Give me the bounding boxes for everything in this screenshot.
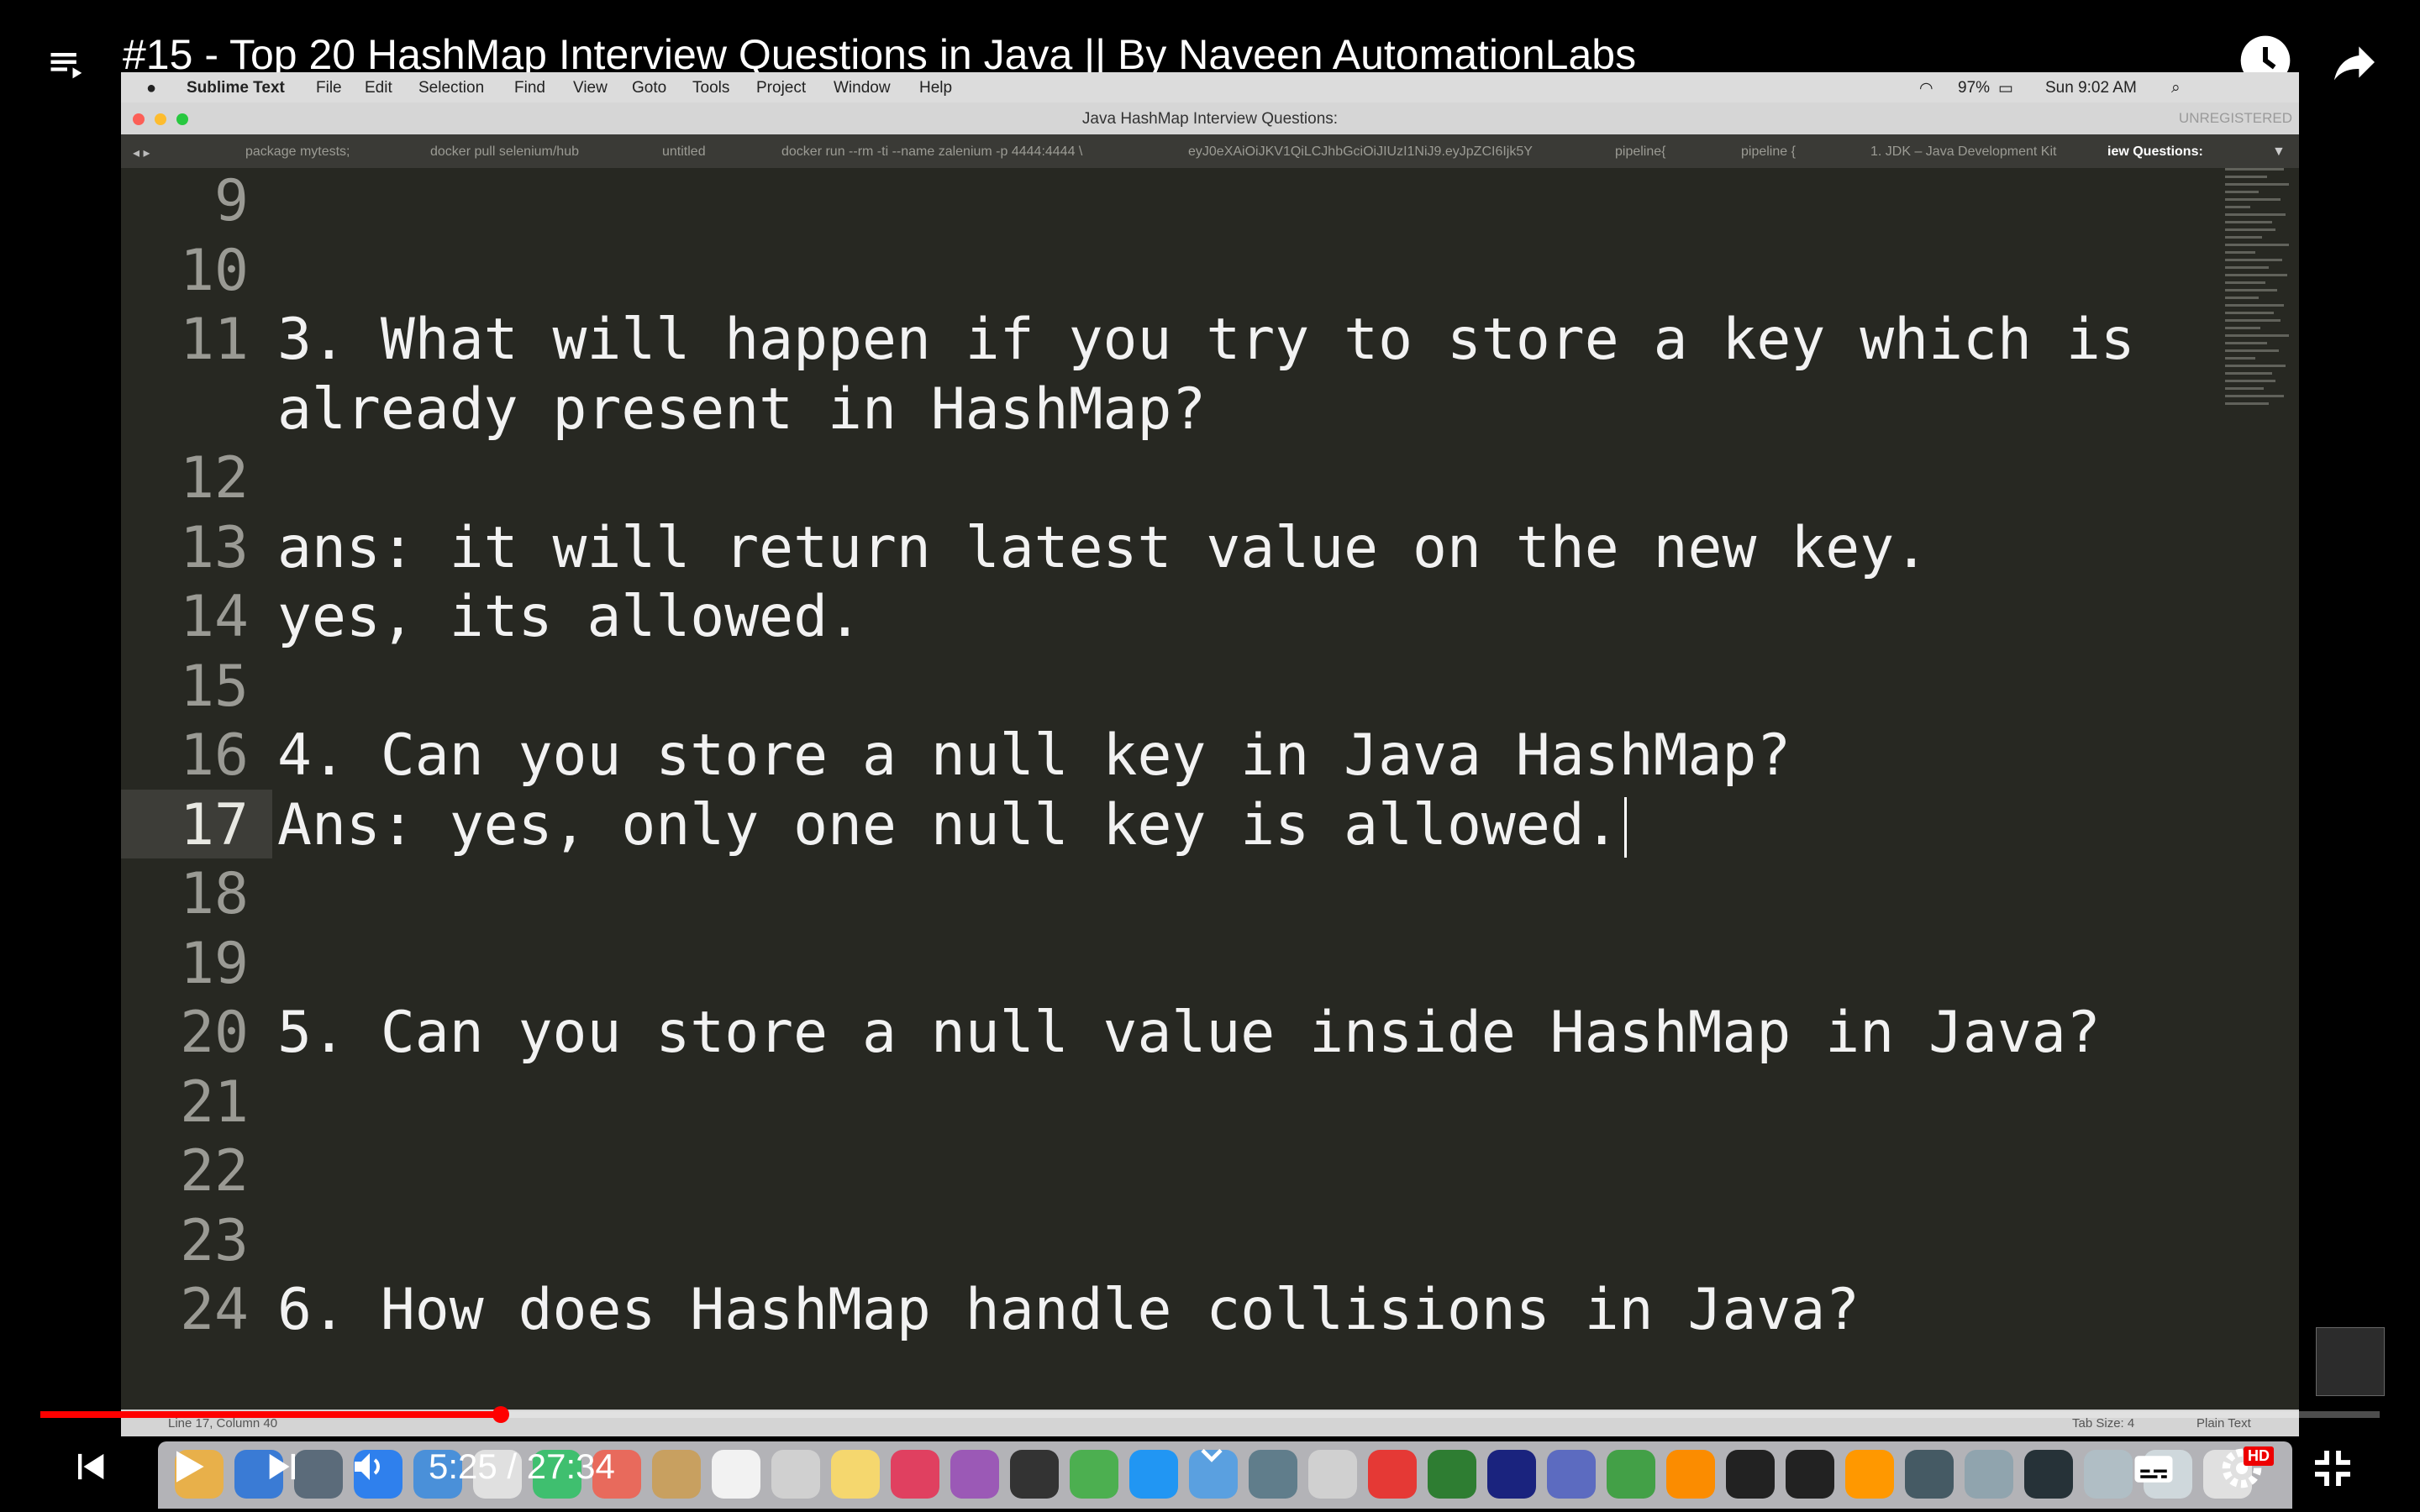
- mac-menubar: ● Sublime Text File Edit Selection Find …: [121, 72, 2299, 102]
- menu-file[interactable]: File: [316, 79, 342, 97]
- editor-line[interactable]: 15: [121, 654, 2205, 721]
- line-text[interactable]: yes, its allowed.: [277, 584, 862, 650]
- editor-line[interactable]: 17 Ans: yes, only one null key is allowed…: [121, 792, 2205, 859]
- line-text[interactable]: 6. How does HashMap handle collisions in…: [277, 1277, 1860, 1343]
- line-number: 13: [180, 514, 249, 581]
- exit-fullscreen-icon[interactable]: [2309, 1445, 2356, 1496]
- editor-line[interactable]: 12: [121, 445, 2205, 512]
- playlist-icon[interactable]: [45, 42, 89, 90]
- share-icon[interactable]: [2328, 35, 2381, 93]
- play-icon[interactable]: [165, 1443, 212, 1494]
- editor-line[interactable]: 21: [121, 1069, 2205, 1137]
- menu-help[interactable]: Help: [919, 79, 952, 97]
- tab-docker-pull[interactable]: docker pull selenium/hub: [430, 144, 579, 160]
- progress-played: [40, 1411, 502, 1418]
- editor-line[interactable]: 18: [121, 861, 2205, 928]
- line-number: 15: [180, 653, 249, 720]
- line-number: 14: [180, 584, 249, 650]
- menu-project[interactable]: Project: [756, 79, 806, 97]
- subtitles-icon[interactable]: [2131, 1446, 2176, 1496]
- tab-package[interactable]: package mytests;: [245, 144, 350, 160]
- tab-untitled[interactable]: untitled: [662, 144, 706, 160]
- line-number: 17: [180, 791, 249, 858]
- line-number: 11: [180, 307, 249, 373]
- previous-icon[interactable]: [67, 1445, 111, 1493]
- editor-line[interactable]: 10: [121, 238, 2205, 305]
- line-text[interactable]: Ans: yes, only one null key is allowed.: [277, 792, 1619, 858]
- line-text[interactable]: 3. What will happen if you try to store …: [277, 307, 2135, 373]
- tab-dropdown-icon[interactable]: ▼: [2272, 144, 2286, 160]
- video-frame[interactable]: ● Sublime Text File Edit Selection Find …: [121, 72, 2299, 1509]
- line-number: 24: [180, 1277, 249, 1343]
- hd-badge: HD: [2244, 1446, 2274, 1466]
- editor-line[interactable]: already present in HashMap?: [121, 376, 2205, 444]
- text-cursor: [1624, 796, 1628, 858]
- editor-line[interactable]: 14 yes, its allowed.: [121, 584, 2205, 651]
- minimap[interactable]: [2225, 168, 2296, 470]
- clock-text[interactable]: Sun 9:02 AM: [2045, 79, 2137, 97]
- tab-jwt[interactable]: eyJ0eXAiOiJKV1QiLCJhbGciOiJIUzI1NiJ9.eyJ…: [1188, 144, 1533, 160]
- tab-pipeline-2[interactable]: pipeline {: [1741, 144, 1796, 160]
- menu-view[interactable]: View: [573, 79, 608, 97]
- menubar-app-name[interactable]: Sublime Text: [187, 79, 285, 97]
- wifi-icon[interactable]: ◠: [1919, 79, 1933, 98]
- channel-avatar[interactable]: [2316, 1327, 2385, 1396]
- line-number: 21: [180, 1068, 249, 1136]
- code-editor[interactable]: 9 10 11 3. What will happen if you try to s…: [121, 168, 2299, 1410]
- tab-jdk[interactable]: 1. JDK – Java Development Kit: [1870, 144, 2056, 160]
- battery-text[interactable]: 97%: [1958, 79, 1990, 97]
- battery-icon: ▭: [1998, 80, 2013, 97]
- editor-line[interactable]: 16 4. Can you store a null key in Java Ha…: [121, 722, 2205, 790]
- chevron-down-icon[interactable]: [1193, 1436, 1230, 1478]
- unregistered-label: UNREGISTERED: [2178, 110, 2292, 126]
- line-number: 12: [180, 445, 249, 512]
- window-titlebar: Java HashMap Interview Questions: UNREGI…: [121, 102, 2299, 134]
- menu-selection[interactable]: Selection: [418, 79, 484, 97]
- time-display: 5:25 / 27:34: [429, 1446, 615, 1486]
- tab-pipeline-1[interactable]: pipeline{: [1615, 144, 1666, 160]
- line-number: 16: [180, 722, 249, 789]
- line-number: 20: [180, 1000, 249, 1066]
- menu-window[interactable]: Window: [834, 79, 891, 97]
- editor-line[interactable]: 23: [121, 1208, 2205, 1275]
- editor-line[interactable]: 11 3. What will happen if you try to stor…: [121, 307, 2205, 374]
- editor-line[interactable]: 20 5. Can you store a null value inside H…: [121, 1000, 2205, 1067]
- editor-line[interactable]: 9: [121, 168, 2205, 235]
- editor-line[interactable]: 22: [121, 1138, 2205, 1205]
- menu-goto[interactable]: Goto: [632, 79, 666, 97]
- menu-tools[interactable]: Tools: [692, 79, 729, 97]
- search-icon[interactable]: ⌕: [2171, 79, 2181, 97]
- line-number: 18: [180, 861, 249, 927]
- editor-line[interactable]: 13 ans: it will return latest value on th…: [121, 515, 2205, 582]
- player-controls: 5:25 / 27:34 HD: [0, 1428, 2420, 1512]
- tab-nav-arrows[interactable]: ◂ ▸: [133, 144, 150, 161]
- tab-docker-run[interactable]: docker run --rm -ti --name zalenium -p 4…: [781, 144, 1082, 160]
- line-number: 22: [180, 1138, 249, 1205]
- window-title: Java HashMap Interview Questions:: [1081, 110, 1339, 128]
- tab-bar: ◂ ▸ package mytests; docker pull seleniu…: [121, 134, 2299, 168]
- line-number: 10: [180, 237, 249, 304]
- tab-active-questions[interactable]: iew Questions:: [2107, 144, 2203, 160]
- editor-line[interactable]: 19: [121, 931, 2205, 998]
- next-icon[interactable]: [262, 1445, 306, 1493]
- editor-line[interactable]: 24 6. How does HashMap handle collisions …: [121, 1277, 2205, 1344]
- line-number: 23: [180, 1207, 249, 1274]
- volume-icon[interactable]: [350, 1446, 390, 1491]
- apple-icon[interactable]: ●: [146, 79, 156, 98]
- menu-edit[interactable]: Edit: [365, 79, 392, 97]
- line-text[interactable]: already present in HashMap?: [277, 376, 1206, 443]
- menu-find[interactable]: Find: [514, 79, 545, 97]
- line-text[interactable]: ans: it will return latest value on the …: [277, 515, 1928, 581]
- line-text[interactable]: 4. Can you store a null key in Java Hash…: [277, 722, 1791, 789]
- line-text[interactable]: 5. Can you store a null value inside Has…: [277, 1000, 2101, 1066]
- line-number: 9: [214, 168, 249, 234]
- line-number: 19: [180, 930, 249, 997]
